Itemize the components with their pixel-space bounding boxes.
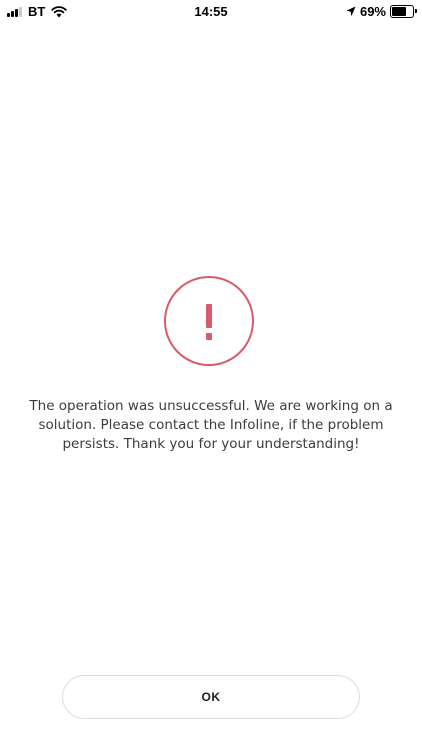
ok-button[interactable]: OK [62, 675, 360, 719]
error-message: The operation was unsuccessful. We are w… [29, 398, 393, 452]
exclamation-bar [206, 304, 212, 328]
battery-tip [415, 9, 417, 13]
battery-fill [392, 7, 406, 16]
status-bar: BT 14:55 69% [0, 0, 422, 22]
status-bar-right: 69% [346, 4, 417, 19]
battery-percent: 69% [359, 4, 386, 19]
exclamation-circle-icon [164, 276, 254, 366]
exclamation-dot [206, 333, 212, 340]
battery-icon [390, 5, 417, 18]
location-arrow-icon [346, 6, 356, 17]
